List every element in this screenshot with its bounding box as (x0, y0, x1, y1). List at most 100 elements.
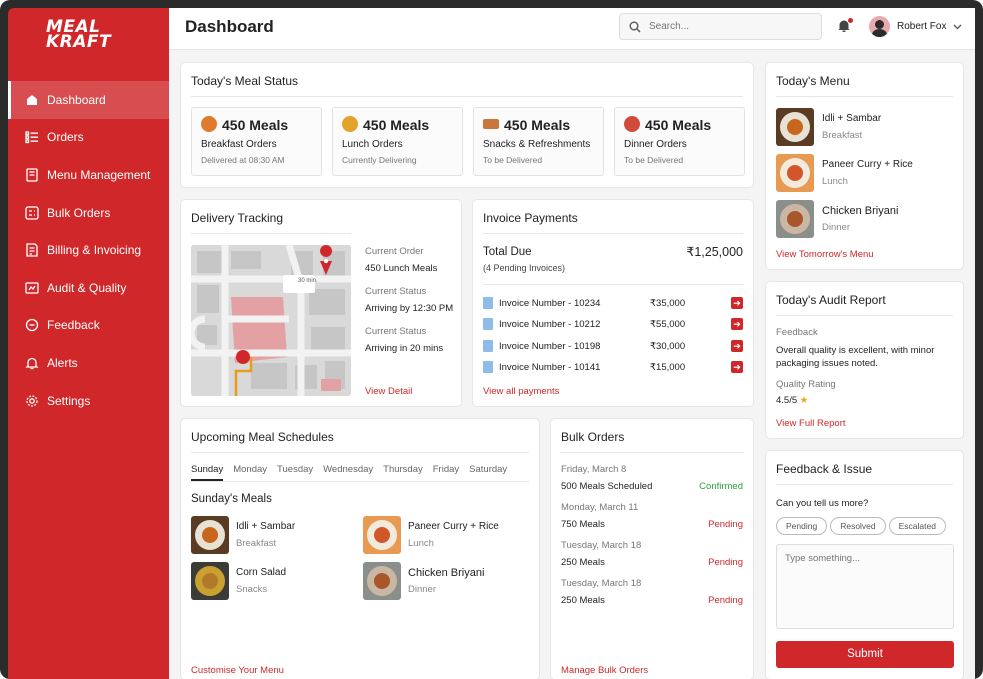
detail-value: 450 Lunch Meals (365, 263, 438, 274)
tab-saturday[interactable]: Saturday (469, 464, 507, 481)
menu-item-meal: Breakfast (822, 130, 863, 141)
app-frame: MEAL KRAFT Dashboard Orders Menu Manageme… (0, 0, 983, 679)
tab-thursday[interactable]: Thursday (383, 464, 423, 481)
view-full-report-link[interactable]: View Full Report (776, 418, 846, 429)
feedback-text: Overall quality is excellent, with minor… (776, 345, 935, 369)
sidebar-item-billing[interactable]: Billing & Invoicing (8, 231, 169, 269)
divider (776, 96, 953, 97)
schedule-item-meal: Breakfast (236, 538, 277, 549)
view-detail-link[interactable]: View Detail (365, 386, 412, 397)
list-icon (25, 131, 38, 144)
view-tomorrows-menu-link[interactable]: View Tomorrow's Menu (776, 249, 874, 260)
invoice-row[interactable]: Invoice Number - 10198 ₹30,000 ➔ (483, 337, 743, 355)
document-icon (483, 297, 493, 309)
status-badge: Confirmed (699, 481, 743, 492)
arrow-right-icon[interactable]: ➔ (731, 361, 743, 373)
sidebar-item-label: Billing & Invoicing (47, 243, 142, 258)
tab-sunday[interactable]: Sunday (191, 464, 224, 481)
meal-count: 450 Meals (363, 117, 430, 133)
paneer-curry-image (776, 154, 814, 192)
search-box[interactable] (619, 13, 822, 40)
meal-status: To be Delivered (483, 155, 543, 165)
search-icon (629, 21, 641, 32)
schedule-item-name: Chicken Briyani (408, 567, 485, 579)
bulk-date: Tuesday, March 18 (561, 540, 642, 551)
invoice-amount: ₹30,000 (650, 340, 686, 352)
sidebar-item-alerts[interactable]: Alerts (8, 344, 169, 382)
sidebar-item-orders[interactable]: Orders (8, 119, 169, 157)
feedback-question: Can you tell us more? (776, 498, 869, 509)
sidebar-item-label: Bulk Orders (47, 205, 111, 220)
status-pills: Pending Resolved Escalated (776, 517, 949, 535)
schedule-item-meal: Lunch (408, 538, 434, 549)
day-tabs: Sunday Monday Tuesday Wednesday Thursday… (191, 464, 529, 482)
divider (561, 452, 743, 453)
feedback-label: Feedback (776, 327, 818, 338)
document-icon (483, 340, 493, 352)
search-input[interactable] (649, 21, 799, 32)
meal-box-lunch[interactable]: 450 Meals Lunch Orders Currently Deliver… (332, 107, 463, 176)
bulk-meals: 500 Meals Scheduled (561, 481, 653, 492)
tab-wednesday[interactable]: Wednesday (323, 464, 373, 481)
divider (776, 315, 953, 316)
customise-menu-link[interactable]: Customise Your Menu (191, 665, 284, 676)
sidebar-item-bulk-orders[interactable]: Bulk Orders (8, 194, 169, 232)
meal-box-breakfast[interactable]: 450 Meals Breakfast Orders Delivered at … (191, 107, 322, 176)
total-due-label: Total Due (483, 246, 532, 258)
sidebar-item-label: Orders (47, 130, 84, 145)
pill-escalated[interactable]: Escalated (888, 517, 946, 535)
sidebar-item-audit[interactable]: Audit & Quality (8, 269, 169, 307)
feedback-textarea[interactable] (776, 544, 954, 629)
pill-pending[interactable]: Pending (776, 517, 828, 535)
sidebar-item-label: Alerts (47, 355, 78, 370)
card-title: Feedback & Issue (776, 462, 873, 476)
card-title: Today's Menu (776, 74, 850, 88)
submit-button[interactable]: Submit (776, 641, 954, 668)
manage-bulk-orders-link[interactable]: Manage Bulk Orders (561, 665, 648, 676)
menu-item-meal: Dinner (822, 222, 850, 233)
star-icon: ★ (799, 395, 809, 406)
sidebar-item-dashboard[interactable]: Dashboard (8, 81, 169, 119)
invoice-number: Invoice Number - 10234 (499, 297, 601, 309)
home-icon (27, 94, 37, 105)
delivery-map[interactable]: 30 min. (191, 245, 351, 396)
tab-tuesday[interactable]: Tuesday (277, 464, 313, 481)
meal-status-card: Today's Meal Status 450 Meals Breakfast … (180, 62, 754, 188)
card-title: Today's Meal Status (191, 74, 299, 88)
meal-schedules-card: Upcoming Meal Schedules Sunday Monday Tu… (180, 418, 540, 679)
meal-box-snacks[interactable]: 450 Meals Snacks & Refreshments To be De… (473, 107, 604, 176)
card-title: Invoice Payments (483, 211, 578, 225)
lunch-icon (342, 116, 358, 132)
brand-logo[interactable]: MEAL KRAFT (46, 19, 111, 51)
status-badge: Pending (708, 519, 743, 530)
sidebar-item-label: Feedback (47, 318, 100, 333)
tab-monday[interactable]: Monday (233, 464, 267, 481)
arrow-right-icon[interactable]: ➔ (731, 340, 743, 352)
invoice-row[interactable]: Invoice Number - 10141 ₹15,000 ➔ (483, 358, 743, 376)
meal-box-dinner[interactable]: 450 Meals Dinner Orders To be Delivered (614, 107, 745, 176)
divider (191, 452, 529, 453)
invoice-row[interactable]: Invoice Number - 10234 ₹35,000 ➔ (483, 294, 743, 312)
divider (191, 233, 351, 234)
pill-resolved[interactable]: Resolved (830, 517, 886, 535)
bulk-date: Friday, March 8 (561, 464, 627, 475)
meal-status: Delivered at 08:30 AM (201, 155, 285, 165)
sidebar-item-menu-management[interactable]: Menu Management (8, 156, 169, 194)
invoice-amount: ₹15,000 (650, 361, 686, 373)
invoice-row[interactable]: Invoice Number - 10212 ₹55,000 ➔ (483, 315, 743, 333)
invoice-amount: ₹35,000 (650, 297, 686, 309)
sidebar-item-label: Dashboard (47, 92, 106, 107)
arrow-right-icon[interactable]: ➔ (731, 297, 743, 309)
notification-bell[interactable] (837, 18, 853, 34)
detail-label: Current Status (365, 286, 427, 297)
chevron-down-icon (954, 24, 962, 29)
detail-label: Current Status (365, 326, 427, 337)
arrow-right-icon[interactable]: ➔ (731, 318, 743, 330)
user-menu[interactable]: Robert Fox (869, 16, 962, 37)
tab-friday[interactable]: Friday (433, 464, 459, 481)
audit-report-card: Today's Audit Report Feedback Overall qu… (765, 281, 964, 439)
detail-value: Arriving by 12:30 PM (365, 303, 454, 314)
sidebar-item-settings[interactable]: Settings (8, 382, 169, 420)
sidebar-item-feedback[interactable]: Feedback (8, 307, 169, 345)
view-all-payments-link[interactable]: View all payments (483, 386, 559, 397)
